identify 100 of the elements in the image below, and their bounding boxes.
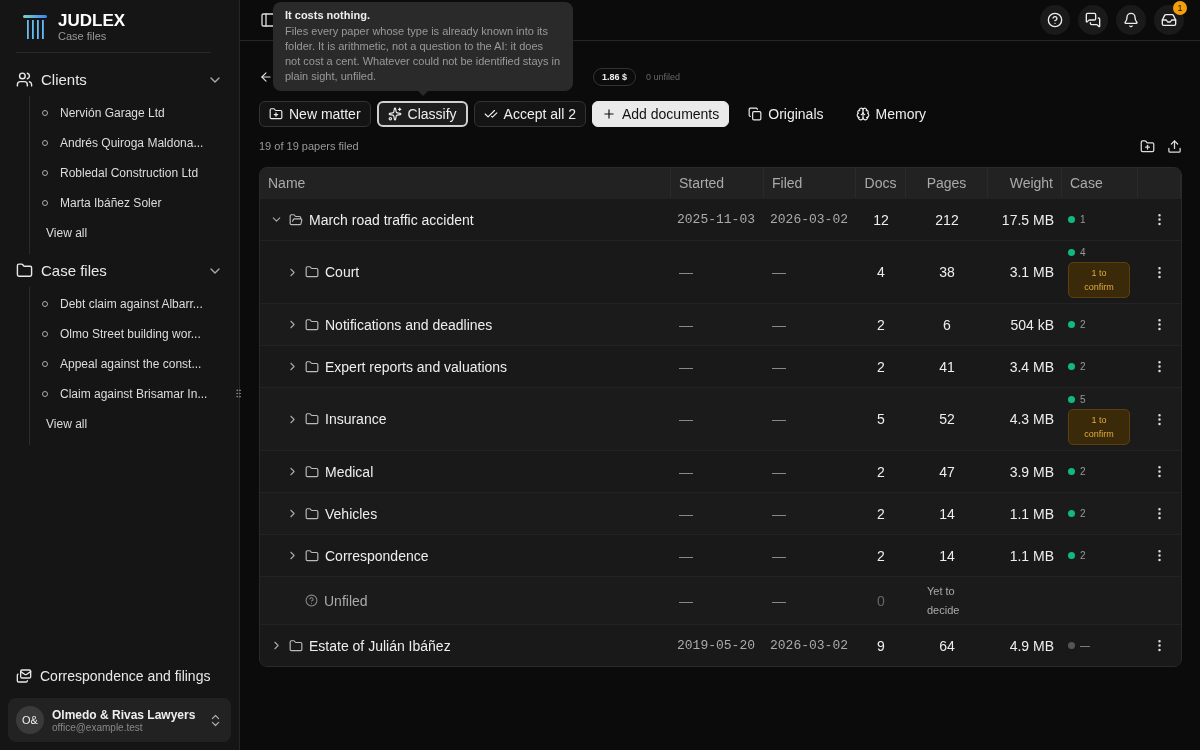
case-count: 2 <box>1080 319 1086 330</box>
table-cell: 52 <box>939 411 955 427</box>
table-cell: 9 <box>877 637 885 654</box>
folder-plus-icon[interactable] <box>1140 138 1155 154</box>
folder-icon <box>305 506 319 521</box>
table-cell: — <box>679 505 693 522</box>
toolbar-button[interactable]: Originals <box>735 101 837 127</box>
table-cell: — <box>772 264 786 280</box>
table-cell: 4 <box>877 264 885 280</box>
matter-name[interactable]: March road traffic accident <box>309 211 474 228</box>
folder-icon <box>305 359 319 374</box>
table-cell: 47 <box>939 463 955 480</box>
table-cell: 12 <box>873 211 889 228</box>
table-cell: — <box>772 463 786 480</box>
resize-handle-icon[interactable] <box>233 388 244 399</box>
table-cell: — <box>772 547 786 564</box>
upload-icon[interactable] <box>1167 138 1182 154</box>
table-cell: 0 <box>877 592 885 609</box>
table-cell-text: Yet to decide <box>927 583 961 618</box>
sidebar-item[interactable]: Claim against Brisamar In... <box>30 379 231 409</box>
folder-icon <box>305 265 319 279</box>
sidebar-item[interactable]: Olmo Street building wor... <box>30 319 231 349</box>
table-cell: 504 kB <box>1010 316 1054 333</box>
folder-name[interactable]: Notifications and deadlines <box>325 316 493 333</box>
confirm-badge[interactable]: 1 to confirm <box>1068 408 1130 445</box>
table-cell: — <box>772 411 786 427</box>
folder-open-icon <box>289 212 303 227</box>
table-cell: 1.1 MB <box>1009 547 1054 564</box>
sparkles-icon <box>387 107 402 121</box>
correspondence-link[interactable]: Correspondence and filings <box>8 660 231 692</box>
folder-icon <box>305 317 319 332</box>
account-avatar: O& <box>16 706 44 734</box>
copy-icon <box>748 107 763 121</box>
view-all-link[interactable]: View all <box>30 218 231 248</box>
table-cell: — <box>679 463 693 480</box>
table-cell: 2026-03-02 <box>770 212 848 227</box>
toolbar-button[interactable]: Memory <box>842 101 940 127</box>
table-cell: 2019-05-20 <box>677 638 755 653</box>
folder-name[interactable]: Unfiled <box>324 592 368 609</box>
folder-plus-icon <box>269 107 283 121</box>
sidebar-section-header[interactable]: Clients <box>8 63 231 96</box>
account-name: Olmedo & Rivas Lawyers <box>52 707 197 722</box>
table-cell: 5 <box>877 411 885 427</box>
brand-subtitle: Case files <box>58 30 108 42</box>
account-email: office@example.test <box>52 721 144 733</box>
folder-name[interactable]: Expert reports and valuations <box>325 358 508 375</box>
back-arrow-icon[interactable] <box>259 70 273 84</box>
help-button[interactable] <box>1040 5 1070 35</box>
sidebar-item[interactable]: Marta Ibáñez Soler <box>30 188 231 218</box>
table-cell: — <box>679 264 693 280</box>
mail-stack-icon <box>16 668 32 684</box>
case-count: — <box>1080 640 1090 651</box>
sidebar-section-header[interactable]: Case files <box>8 254 231 287</box>
table-cell: — <box>772 316 786 333</box>
table-cell: 3.4 MB <box>1009 358 1054 375</box>
table-cell: 2 <box>877 358 885 375</box>
double-check-icon <box>483 107 498 121</box>
notifications-button[interactable] <box>1116 5 1146 35</box>
question-icon <box>305 594 318 607</box>
account-switcher[interactable]: O& Olmedo & Rivas Lawyers office@example.test <box>8 698 231 742</box>
case-count: 2 <box>1080 508 1086 519</box>
notification-badge: 1 <box>1173 1 1187 15</box>
sidebar-toggle-icon[interactable] <box>260 12 276 28</box>
sidebar-item[interactable]: Debt claim against Albarr... <box>30 289 231 319</box>
sidebar-item[interactable]: Nervión Garage Ltd <box>30 98 231 128</box>
case-count: 5 <box>1080 393 1086 405</box>
table-cell: 2 <box>877 463 885 480</box>
confirm-badge[interactable]: 1 to confirm <box>1068 261 1130 298</box>
tooltip-text: Files every paper whose type is already known into its folder. It is arithmetic, not a question to the AI: it does not cost a cent. Whatever could not be identified stays in plain sight, unfiled. <box>285 24 561 84</box>
messages-button[interactable] <box>1078 5 1108 35</box>
table-cell: 212 <box>935 211 959 228</box>
plus-icon <box>601 107 616 121</box>
table-cell: — <box>772 358 786 375</box>
users-icon <box>16 71 33 88</box>
toolbar-button[interactable]: New matter <box>259 101 371 127</box>
case-count: 1 <box>1080 214 1086 225</box>
table-cell: — <box>679 411 693 427</box>
view-all-link[interactable]: View all <box>30 409 231 439</box>
bell-icon <box>1123 12 1139 28</box>
toolbar-button[interactable]: Accept all 2 <box>473 101 586 127</box>
toolbar-button[interactable]: Classify <box>376 101 468 127</box>
table-cell: 2 <box>877 547 885 564</box>
toolbar-button[interactable]: Add documents <box>591 101 730 127</box>
sidebar-item[interactable]: Robledal Construction Ltd <box>30 158 231 188</box>
table-cell: 3.1 MB <box>1009 264 1054 280</box>
table-cell: — <box>679 316 693 333</box>
matter-name[interactable]: Estate of Julián Ibáñez <box>309 637 451 654</box>
table-cell: 4.3 MB <box>1009 411 1054 427</box>
folder-name[interactable]: Correspondence <box>325 547 429 564</box>
table-cell: 6 <box>943 316 951 333</box>
folder-name[interactable]: Medical <box>325 463 374 480</box>
folder-icon <box>16 262 33 279</box>
case-count: 2 <box>1080 550 1086 561</box>
sidebar-item[interactable]: Andrés Quiroga Maldona... <box>30 128 231 158</box>
folder-name[interactable]: Insurance <box>325 411 387 427</box>
folder-name[interactable]: Court <box>325 264 360 280</box>
folder-name[interactable]: Vehicles <box>325 505 378 522</box>
sidebar-item[interactable]: Appeal against the const... <box>30 349 231 379</box>
help-icon <box>1047 12 1063 28</box>
case-count: 2 <box>1080 466 1086 477</box>
